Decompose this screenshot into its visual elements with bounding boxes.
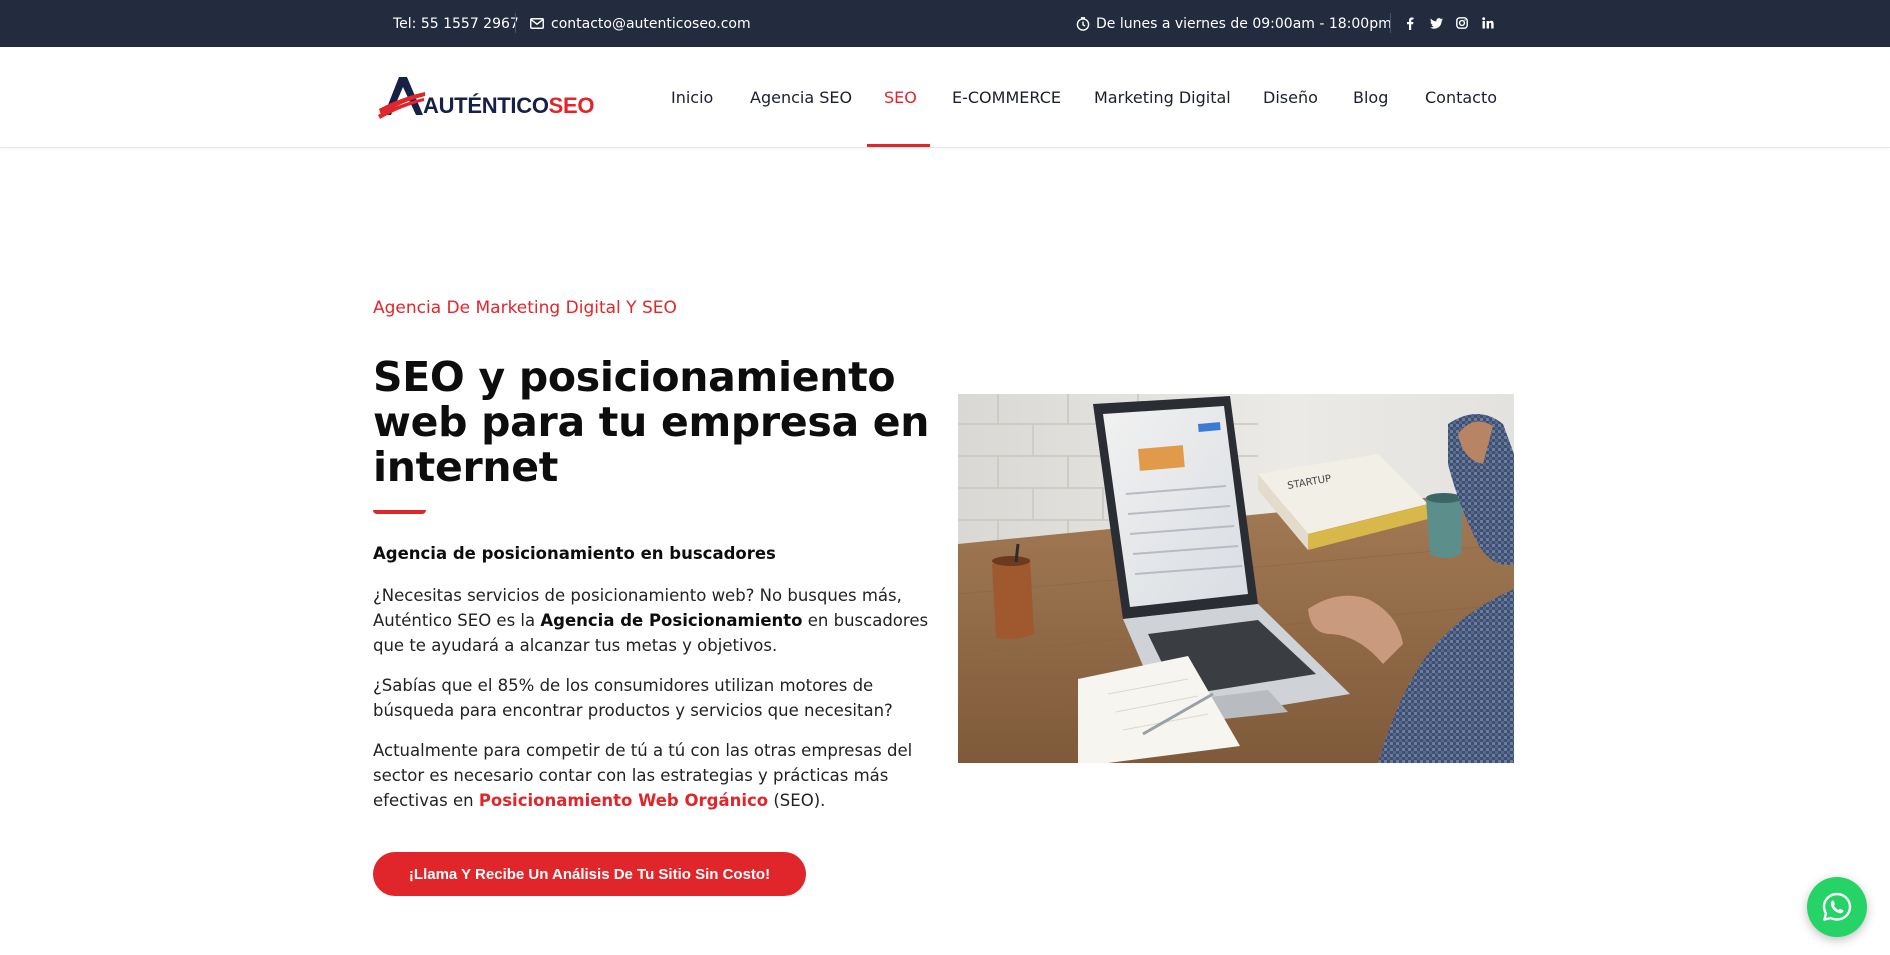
whatsapp-button[interactable]	[1807, 877, 1867, 937]
hero-subheading: Agencia de posicionamiento en buscadores	[373, 544, 776, 563]
email-text: contacto@autenticoseo.com	[551, 15, 751, 32]
nav-item-diseno[interactable]: Diseño	[1263, 47, 1318, 147]
hero-title: SEO y posicionamiento web para tu empres…	[373, 353, 930, 491]
intro-paragraph: ¿Necesitas servicios de posicionamiento …	[373, 586, 929, 655]
logo-text: AUTÉNTICOSEO	[423, 93, 595, 118]
logo-mark-icon	[378, 77, 425, 119]
phone-text[interactable]: Tel: 55 1557 2967	[393, 0, 519, 47]
active-nav-indicator	[867, 144, 930, 147]
email-link[interactable]: contacto@autenticoseo.com	[530, 0, 751, 47]
topbar-divider	[515, 13, 516, 33]
hours-text: De lunes a viernes de 09:00am - 18:00pm	[1096, 15, 1392, 32]
whatsapp-icon	[1822, 892, 1852, 921]
nav-item-inicio[interactable]: Inicio	[671, 47, 713, 147]
stats-paragraph: ¿Sabías que el 85% de los consumidores u…	[373, 676, 893, 720]
nav-item-marketing-digital[interactable]: Marketing Digital	[1094, 47, 1231, 147]
title-underline	[373, 510, 426, 514]
nav-item-ecommerce[interactable]: E-COMMERCE	[952, 47, 1061, 147]
nav-item-seo[interactable]: SEO	[884, 47, 917, 147]
linkedin-icon[interactable]	[1478, 13, 1498, 33]
hero-laptop-image: STARTUP	[958, 394, 1514, 763]
free-analysis-button[interactable]: ¡Llama Y Recibe Un Análisis De Tu Sitio …	[373, 852, 806, 896]
hours-info: De lunes a viernes de 09:00am - 18:00pm	[1076, 0, 1392, 47]
strategy-paragraph: Actualmente para competir de tú a tú con…	[373, 741, 913, 810]
facebook-icon[interactable]	[1400, 13, 1420, 33]
topbar-divider	[1390, 13, 1391, 33]
clock-icon	[1076, 16, 1090, 31]
site-logo[interactable]: AUTÉNTICOSEO	[378, 75, 595, 119]
nav-item-blog[interactable]: Blog	[1353, 47, 1388, 147]
instagram-icon[interactable]	[1452, 13, 1472, 33]
nav-item-contacto[interactable]: Contacto	[1425, 47, 1497, 147]
hero-eyebrow: Agencia De Marketing Digital Y SEO	[373, 298, 677, 318]
top-bar: Tel: 55 1557 2967 contacto@autenticoseo.…	[0, 0, 1890, 47]
site-header: AUTÉNTICOSEO Inicio Agencia SEO SEO E-CO…	[0, 47, 1890, 148]
bold-agency-text: Agencia de Posicionamiento	[540, 611, 803, 630]
envelope-icon	[530, 18, 544, 29]
seo-organic-link[interactable]: Posicionamiento Web Orgánico	[479, 791, 768, 810]
nav-item-agencia-seo[interactable]: Agencia SEO	[750, 47, 852, 147]
twitter-icon[interactable]	[1426, 13, 1446, 33]
